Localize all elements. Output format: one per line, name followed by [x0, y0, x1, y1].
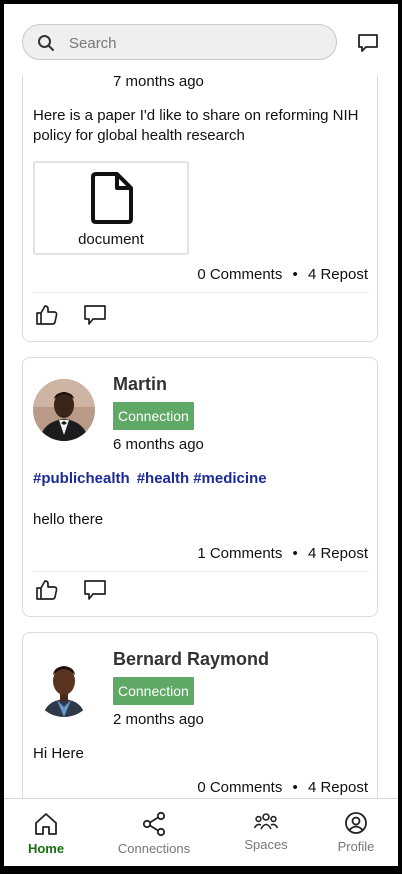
attachment-label: document — [78, 231, 144, 248]
bottom-nav: Home Connections Spaces Profile — [4, 798, 398, 866]
divider — [33, 292, 369, 293]
document-icon — [91, 172, 133, 224]
search-input[interactable] — [67, 31, 321, 55]
nav-profile[interactable]: Profile — [326, 799, 386, 866]
post-text: Here is a paper I'd like to share on ref… — [33, 107, 359, 144]
group-icon — [253, 813, 279, 830]
document-attachment[interactable]: document — [33, 161, 189, 255]
like-icon[interactable] — [35, 303, 59, 327]
connection-badge: Connection — [113, 677, 194, 705]
author-name[interactable]: Bernard Raymond — [113, 649, 269, 670]
screen: 7 months ago Here is a paper I'd like to… — [4, 4, 398, 866]
connection-badge: Connection — [113, 402, 194, 430]
comments-count[interactable]: 1 Comments — [197, 545, 282, 562]
separator: • — [292, 779, 298, 796]
home-icon — [35, 813, 57, 835]
nav-home[interactable]: Home — [16, 799, 76, 866]
hashtag[interactable]: #medicine — [193, 470, 266, 487]
nav-label: Spaces — [244, 837, 288, 852]
nav-connections[interactable]: Connections — [108, 799, 200, 866]
post-time: 6 months ago — [113, 436, 204, 453]
separator: • — [292, 266, 298, 283]
avatar[interactable] — [33, 379, 95, 441]
search-icon — [38, 35, 54, 51]
author-name[interactable]: Martin — [113, 374, 167, 395]
hashtag[interactable]: #health — [137, 470, 190, 487]
nav-label: Home — [27, 841, 65, 856]
post-text: Hi Here — [33, 745, 84, 762]
post-card: Martin Connection 6 months ago #publiche… — [22, 357, 378, 617]
chat-icon[interactable] — [357, 32, 379, 54]
top-bar — [4, 4, 398, 76]
share-nodes-icon — [142, 811, 166, 837]
nav-label: Profile — [337, 839, 375, 854]
post-text: hello there — [33, 511, 104, 528]
repost-count[interactable]: 4 Repost — [308, 266, 368, 283]
post-stats: 1 Comments • 4 Repost — [197, 545, 368, 562]
comments-count[interactable]: 0 Comments — [197, 779, 282, 796]
hashtags: #publichealth #health #medicine — [33, 470, 274, 487]
avatar[interactable] — [33, 655, 95, 717]
post-card: 7 months ago Here is a paper I'd like to… — [22, 44, 378, 342]
divider — [33, 571, 369, 572]
search-bar[interactable] — [22, 24, 337, 60]
comment-icon[interactable] — [83, 303, 107, 327]
hashtag[interactable]: #publichealth — [33, 470, 130, 487]
separator: • — [292, 545, 298, 562]
nav-spaces[interactable]: Spaces — [236, 799, 296, 866]
repost-count[interactable]: 4 Repost — [308, 779, 368, 796]
post-time: 2 months ago — [113, 711, 204, 728]
repost-count[interactable]: 4 Repost — [308, 545, 368, 562]
post-stats: 0 Comments • 4 Repost — [197, 266, 368, 283]
comment-icon[interactable] — [83, 578, 107, 602]
nav-label: Connections — [117, 841, 191, 856]
like-icon[interactable] — [35, 578, 59, 602]
post-stats: 0 Comments • 4 Repost — [197, 779, 368, 796]
user-circle-icon — [345, 812, 367, 834]
comments-count[interactable]: 0 Comments — [197, 266, 282, 283]
